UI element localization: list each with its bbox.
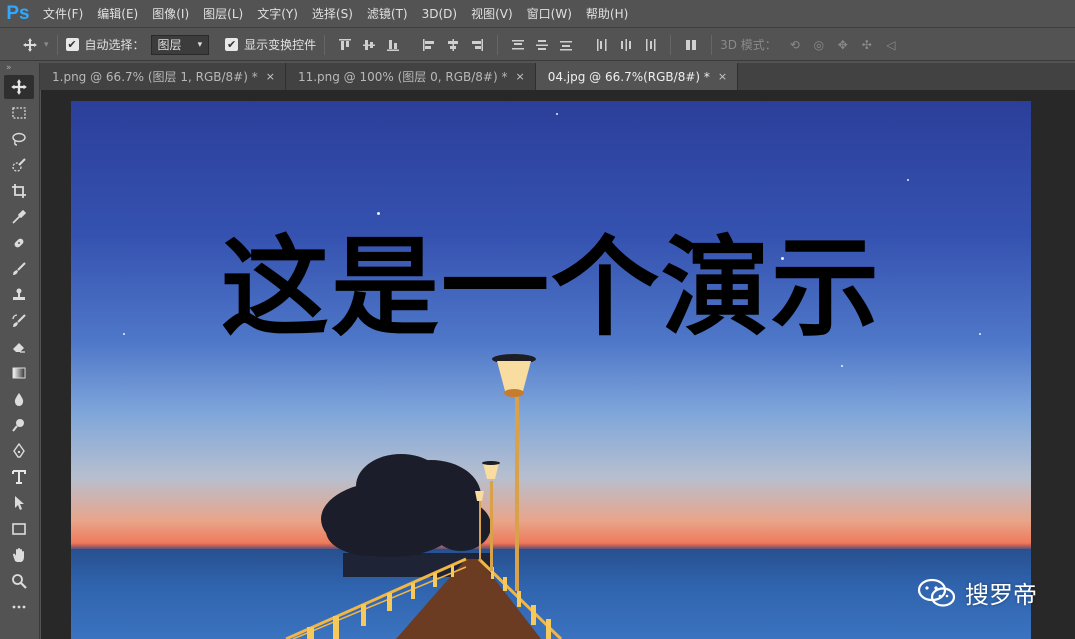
pier-scene xyxy=(285,354,563,639)
chevron-down-icon: ▾ xyxy=(197,39,203,50)
auto-align-icon[interactable] xyxy=(681,35,701,55)
tools-panel: » xyxy=(0,63,40,639)
brush-tool-icon[interactable] xyxy=(4,257,34,281)
close-icon[interactable]: × xyxy=(266,70,275,83)
3d-pan-icon[interactable]: ✥ xyxy=(833,35,853,55)
history-brush-tool-icon[interactable] xyxy=(4,309,34,333)
rectangle-tool-icon[interactable] xyxy=(4,517,34,541)
divider xyxy=(711,34,713,55)
menu-select[interactable]: 选择(S) xyxy=(305,0,360,28)
healing-brush-tool-icon[interactable] xyxy=(4,231,34,255)
align-hcenter-icon[interactable] xyxy=(443,35,463,55)
close-icon[interactable]: × xyxy=(515,70,524,83)
menu-filter[interactable]: 滤镜(T) xyxy=(360,0,415,28)
image-canvas[interactable]: 这是一个演示 xyxy=(71,101,1031,639)
hand-tool-icon[interactable] xyxy=(4,543,34,567)
pen-tool-icon[interactable] xyxy=(4,439,34,463)
divider xyxy=(497,34,499,55)
menu-file[interactable]: 文件(F) xyxy=(36,0,90,28)
layer-select-dropdown[interactable]: 图层 ▾ xyxy=(150,34,210,55)
more-tools-icon[interactable] xyxy=(4,595,34,619)
distribute-top-icon[interactable] xyxy=(508,35,528,55)
distribute-bottom-icon[interactable] xyxy=(556,35,576,55)
menu-window[interactable]: 窗口(W) xyxy=(520,0,579,28)
lasso-tool-icon[interactable] xyxy=(4,127,34,151)
move-tool-preset[interactable]: ▾ xyxy=(0,29,49,61)
gradient-tool-icon[interactable] xyxy=(4,361,34,385)
blur-tool-icon[interactable] xyxy=(4,387,34,411)
path-select-tool-icon[interactable] xyxy=(4,491,34,515)
mode-3d-label: 3D 模式： xyxy=(720,38,777,52)
3d-roll-icon[interactable]: ◎ xyxy=(809,35,829,55)
auto-select-option[interactable]: ✔ 自动选择： 图层 ▾ xyxy=(65,29,210,61)
align-vcenter-icon[interactable] xyxy=(359,35,379,55)
tab-11png[interactable]: 11.png @ 100% (图层 0, RGB/8#) * × xyxy=(285,63,536,90)
menu-3d[interactable]: 3D(D) xyxy=(415,0,464,28)
chevron-down-icon: ▾ xyxy=(44,39,49,50)
distribute-right-icon[interactable] xyxy=(640,35,660,55)
lamp-post-near xyxy=(492,354,536,591)
tab-label: 04.jpg @ 66.7%(RGB/8#) * xyxy=(547,69,710,84)
3d-rotate-icon[interactable]: ⟲ xyxy=(785,35,805,55)
quick-select-tool-icon[interactable] xyxy=(4,153,34,177)
auto-select-label: 自动选择： xyxy=(84,38,145,52)
menu-view[interactable]: 视图(V) xyxy=(464,0,520,28)
layer-select-value: 图层 xyxy=(157,38,182,52)
tab-1png[interactable]: 1.png @ 66.7% (图层 1, RGB/8#) * × xyxy=(40,63,286,90)
panel-collapse-icon[interactable]: » xyxy=(0,63,39,73)
menu-type[interactable]: 文字(Y) xyxy=(250,0,305,28)
document-workspace[interactable]: 这是一个演示 xyxy=(41,90,1075,639)
watermark-text: 搜罗帝 xyxy=(965,581,1037,609)
show-transform-checkbox[interactable]: ✔ xyxy=(225,38,239,51)
eyedropper-tool-icon[interactable] xyxy=(4,205,34,229)
zoom-tool-icon[interactable] xyxy=(4,569,34,593)
3d-scale-icon[interactable]: ◁ xyxy=(881,35,901,55)
eraser-tool-icon[interactable] xyxy=(4,335,34,359)
distribute-vcenter-icon[interactable] xyxy=(532,35,552,55)
tab-label: 11.png @ 100% (图层 0, RGB/8#) * xyxy=(297,70,508,84)
show-transform-option[interactable]: ✔ 显示变换控件 xyxy=(225,29,316,61)
menu-bar: Ps 文件(F) 编辑(E) 图像(I) 图层(L) 文字(Y) 选择(S) 滤… xyxy=(0,0,1075,28)
tab-label: 1.png @ 66.7% (图层 1, RGB/8#) * xyxy=(52,70,258,84)
distribute-left-icon[interactable] xyxy=(592,35,612,55)
dodge-tool-icon[interactable] xyxy=(4,413,34,437)
align-top-icon[interactable] xyxy=(335,35,355,55)
options-bar: ▾ ✔ 自动选择： 图层 ▾ ✔ 显示变换控件 3D 模式： ⟲ ◎ ✥ ✣ ◁ xyxy=(0,29,1075,61)
headline-text[interactable]: 这是一个演示 xyxy=(71,229,1031,349)
divider xyxy=(670,34,672,55)
auto-select-checkbox[interactable]: ✔ xyxy=(65,38,79,51)
move-icon xyxy=(20,35,40,55)
wechat-icon xyxy=(917,578,956,607)
menu-layer[interactable]: 图层(L) xyxy=(196,0,250,28)
divider xyxy=(56,34,58,55)
photoshop-logo: Ps xyxy=(6,2,30,24)
tree xyxy=(321,454,491,557)
move-tool-icon[interactable] xyxy=(4,75,34,99)
divider xyxy=(324,34,326,55)
show-transform-label: 显示变换控件 xyxy=(244,38,317,52)
watermark: 搜罗帝 xyxy=(917,575,1037,610)
align-left-icon[interactable] xyxy=(419,35,439,55)
tab-04jpg[interactable]: 04.jpg @ 66.7%(RGB/8#) * × xyxy=(535,63,739,90)
document-tab-bar: 1.png @ 66.7% (图层 1, RGB/8#) * × 11.png … xyxy=(40,63,1075,90)
clone-stamp-tool-icon[interactable] xyxy=(4,283,34,307)
align-right-icon[interactable] xyxy=(467,35,487,55)
menu-edit[interactable]: 编辑(E) xyxy=(90,0,145,28)
marquee-tool-icon[interactable] xyxy=(4,101,34,125)
menu-image[interactable]: 图像(I) xyxy=(145,0,196,28)
menu-help[interactable]: 帮助(H) xyxy=(579,0,635,28)
crop-tool-icon[interactable] xyxy=(4,179,34,203)
3d-slide-icon[interactable]: ✣ xyxy=(857,35,877,55)
distribute-hcenter-icon[interactable] xyxy=(616,35,636,55)
close-icon[interactable]: × xyxy=(718,70,727,83)
align-bottom-icon[interactable] xyxy=(383,35,403,55)
type-tool-icon[interactable] xyxy=(4,465,34,489)
